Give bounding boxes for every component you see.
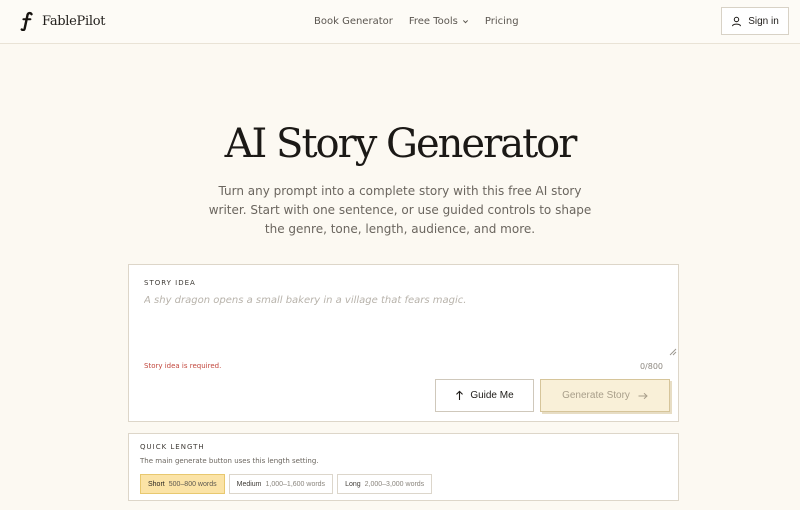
- arrow-up-icon: [456, 390, 464, 400]
- length-option-name: Medium: [236, 480, 262, 488]
- f-letter-logo-icon: [20, 11, 33, 31]
- resize-handle-icon[interactable]: [669, 348, 677, 356]
- sign-in-button[interactable]: Sign in: [721, 7, 789, 35]
- arrow-right-icon: [638, 392, 648, 399]
- main-nav: Book Generator Free Tools Pricing: [314, 14, 519, 28]
- brand-logo[interactable]: FablePilot: [20, 10, 105, 32]
- user-icon: [732, 16, 742, 26]
- nav-free-tools[interactable]: Free Tools: [409, 16, 469, 27]
- quick-length-help: The main generate button uses this lengt…: [140, 457, 319, 465]
- top-navigation-bar: FablePilot Book Generator Free Tools Pri…: [0, 0, 800, 44]
- generate-story-label: Generate Story: [562, 390, 630, 401]
- length-options: Short 500–800 words Medium 1,000–1,600 w…: [140, 474, 433, 494]
- story-idea-input[interactable]: [144, 295, 678, 357]
- character-count: 0/800: [639, 362, 663, 371]
- quick-length-label: QUICK LENGTH: [140, 443, 205, 451]
- story-idea-error: Story idea is required.: [144, 362, 222, 370]
- nav-free-tools-label: Free Tools: [408, 15, 458, 27]
- brand-name: FablePilot: [42, 13, 106, 29]
- page-subtitle: Turn any prompt into a complete story wi…: [208, 184, 592, 236]
- guide-me-button[interactable]: Guide Me: [435, 379, 534, 412]
- nav-book-generator[interactable]: Book Generator: [314, 16, 393, 27]
- nav-book-generator-label: Book Generator: [314, 15, 393, 27]
- length-option-medium[interactable]: Medium 1,000–1,600 words: [228, 474, 334, 494]
- length-option-long[interactable]: Long 2,000–3,000 words: [337, 474, 433, 494]
- chevron-down-icon: [462, 19, 468, 23]
- nav-pricing-label: Pricing: [484, 15, 519, 27]
- quick-length-card: QUICK LENGTH The main generate button us…: [128, 433, 679, 501]
- nav-pricing[interactable]: Pricing: [485, 16, 519, 27]
- length-option-range: 2,000–3,000 words: [364, 480, 425, 488]
- story-idea-label: STORY IDEA: [144, 279, 196, 287]
- length-option-name: Short: [148, 480, 165, 488]
- length-option-name: Long: [345, 480, 361, 488]
- page-title: AI Story Generator: [224, 121, 578, 167]
- length-option-range: 1,000–1,600 words: [265, 480, 326, 488]
- generate-story-button[interactable]: Generate Story: [540, 379, 670, 412]
- sign-in-label: Sign in: [748, 15, 779, 27]
- length-option-range: 500–800 words: [168, 480, 217, 488]
- length-option-short[interactable]: Short 500–800 words: [140, 474, 225, 494]
- guide-me-label: Guide Me: [470, 390, 514, 401]
- story-idea-card: STORY IDEA Story idea is required. 0/800…: [128, 264, 679, 422]
